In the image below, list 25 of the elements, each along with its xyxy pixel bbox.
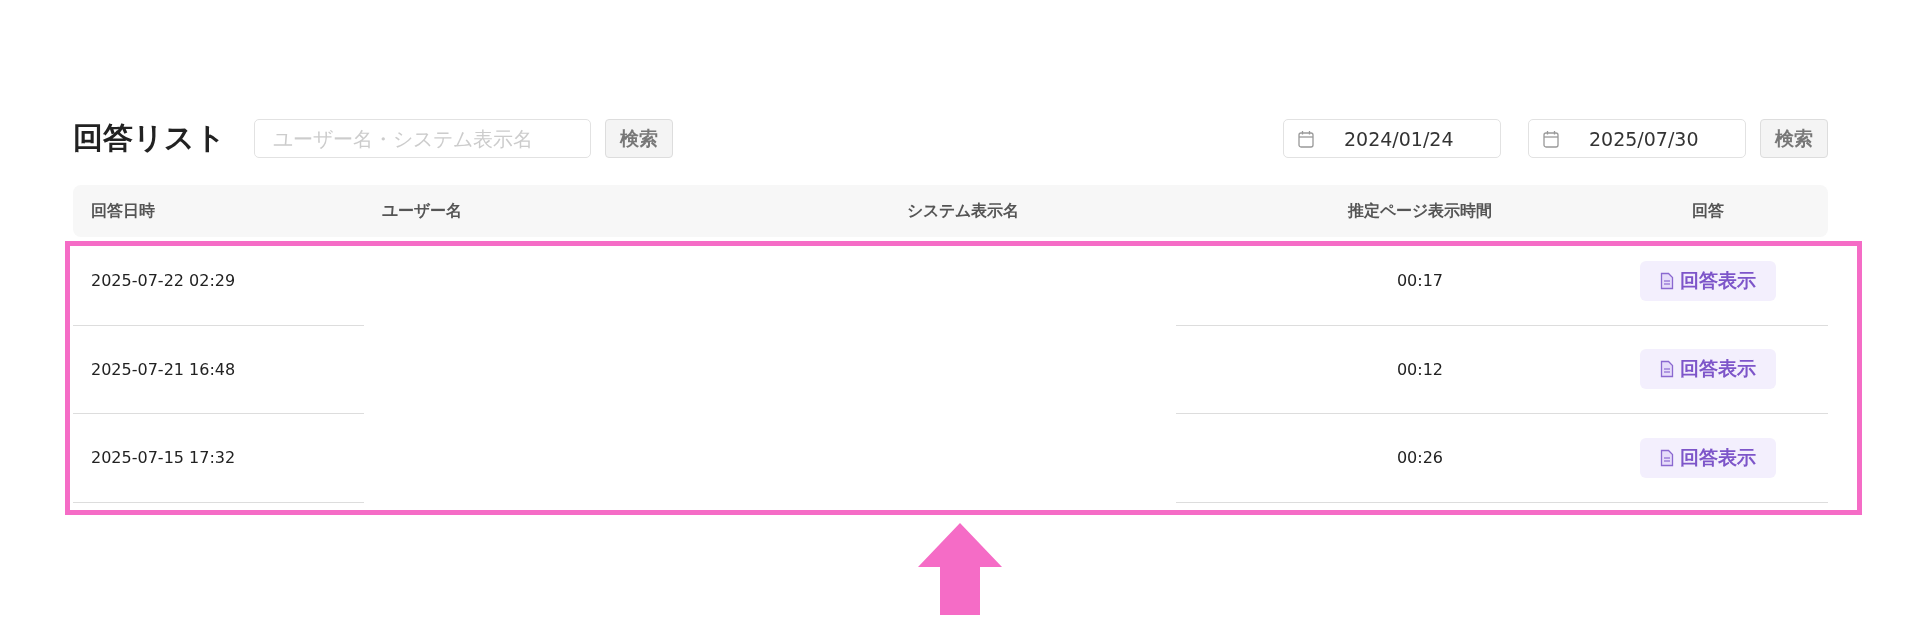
search-button[interactable]: 検索 <box>605 119 673 158</box>
view-answer-button[interactable]: 回答表示 <box>1640 437 1776 478</box>
up-arrow-icon <box>918 523 1002 615</box>
table-cell: 2025-07-15 17:32 <box>91 448 236 468</box>
column-header: ユーザー名 <box>382 200 462 220</box>
column-header: システム表示名 <box>907 200 1019 220</box>
table-cell: 00:12 <box>1396 359 1444 379</box>
document-icon <box>1660 448 1674 467</box>
document-icon <box>1660 271 1674 290</box>
calendar-icon <box>1298 129 1314 148</box>
date-field[interactable]: 2024/01/24 <box>1283 119 1501 158</box>
document-icon <box>1660 360 1674 379</box>
column-header: 推定ページ表示時間 <box>1348 200 1492 220</box>
column-header: 回答日時 <box>91 200 155 220</box>
page-title: 回答リスト <box>73 119 226 157</box>
table-cell: 00:17 <box>1396 271 1444 291</box>
date-field[interactable]: 2025/07/30 <box>1528 119 1746 158</box>
column-header: 回答 <box>1692 200 1724 220</box>
search-button[interactable]: 検索 <box>1760 119 1828 158</box>
calendar-icon <box>1543 129 1559 148</box>
table-cell: 2025-07-21 16:48 <box>91 359 236 379</box>
view-answer-button[interactable]: 回答表示 <box>1640 349 1776 390</box>
table-cell: 00:26 <box>1396 448 1444 468</box>
view-answer-button[interactable]: 回答表示 <box>1640 260 1776 301</box>
table-cell: 2025-07-22 02:29 <box>91 271 236 291</box>
